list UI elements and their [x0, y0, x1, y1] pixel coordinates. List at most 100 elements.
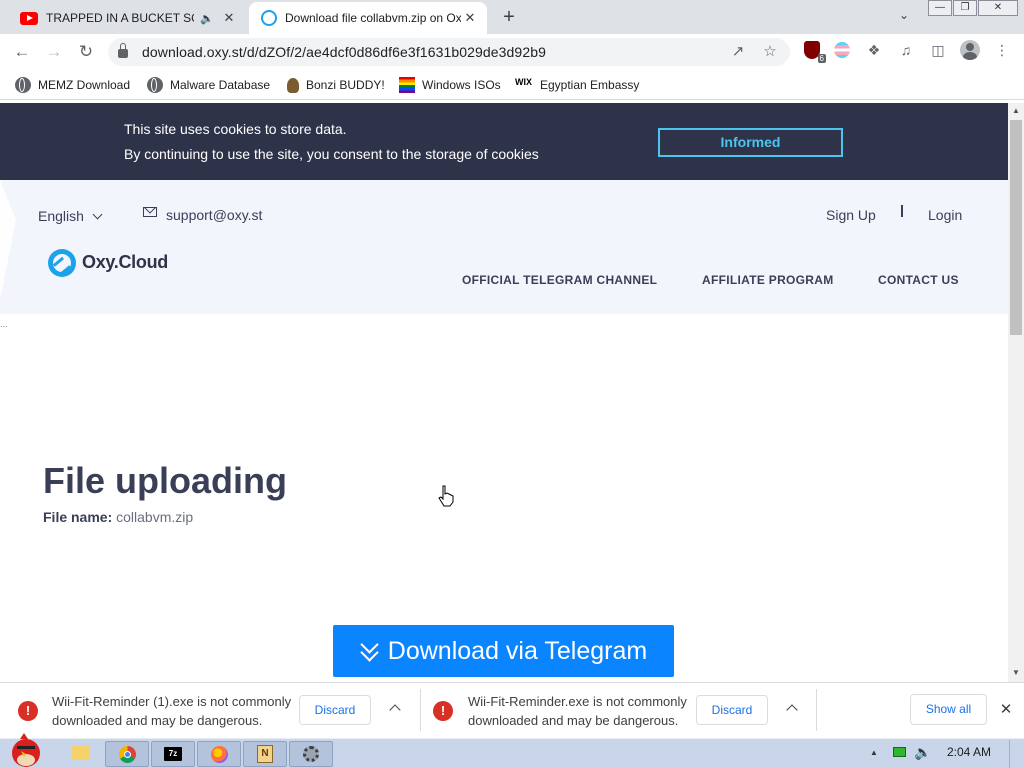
download-telegram-button[interactable]: Download via Telegram [333, 625, 674, 677]
discard-button[interactable]: Discard [696, 695, 768, 725]
profile-avatar[interactable] [960, 40, 980, 60]
show-all-downloads-button[interactable]: Show all [910, 694, 987, 725]
taskbar-settings-button[interactable] [289, 741, 333, 767]
tray-expand-icon[interactable]: ▲ [870, 748, 878, 757]
bookmark-label: Egyptian Embassy [540, 78, 640, 92]
discard-button[interactable]: Discard [299, 695, 371, 725]
support-email-link[interactable]: support@oxy.st [166, 207, 262, 223]
tab-oxy-cloud[interactable]: Download file collabvm.zip on Oxy.Cloud … [249, 2, 487, 34]
loading-dots: ... [0, 319, 8, 329]
globe-icon [147, 77, 163, 93]
language-label: English [38, 208, 84, 224]
bookmark-star-icon[interactable]: ☆ [760, 42, 780, 62]
tab-youtube[interactable]: TRAPPED IN A BUCKET SOCIAL 🔈 ✕ [8, 2, 246, 34]
notepad-icon: N [257, 745, 273, 763]
oxy-cloud-favicon [261, 10, 277, 26]
chevron-down-icon [92, 209, 103, 220]
close-window-button[interactable]: ✕ [978, 0, 1018, 16]
close-tab-icon[interactable]: ✕ [461, 9, 479, 27]
download-warning-line1: Wii-Fit-Reminder.exe is not commonly [468, 694, 687, 709]
file-name-row: File name: collabvm.zip [43, 509, 193, 525]
forward-arrow-icon[interactable]: → [42, 40, 66, 64]
nav-telegram-channel[interactable]: OFFICIAL TELEGRAM CHANNEL [462, 273, 657, 287]
speaker-icon[interactable]: 🔈 [200, 12, 214, 25]
mail-icon [143, 207, 157, 217]
download-warning-line2: downloaded and may be dangerous. [52, 713, 263, 728]
sign-up-link[interactable]: Sign Up [826, 207, 876, 223]
minimize-window-button[interactable]: — [928, 0, 952, 16]
bookmark-windows-isos[interactable]: Windows ISOs [399, 76, 501, 94]
system-clock[interactable]: 2:04 AM [947, 745, 991, 759]
7zip-icon: 7z [164, 747, 182, 761]
bookmark-label: MEMZ Download [38, 78, 131, 92]
bookmark-label: Windows ISOs [422, 78, 501, 92]
double-chevron-down-icon [360, 635, 380, 662]
side-panel-icon[interactable]: ◫ [928, 40, 948, 60]
media-control-icon[interactable]: ♫ [896, 40, 916, 60]
tab-strip: TRAPPED IN A BUCKET SOCIAL 🔈 ✕ Download … [0, 0, 1024, 34]
reload-icon[interactable]: ↻ [74, 40, 98, 64]
nav-affiliate-program[interactable]: AFFILIATE PROGRAM [702, 273, 834, 287]
site-header: English support@oxy.st Sign Up Login Oxy… [0, 180, 1008, 314]
bookmark-bonzi-buddy[interactable]: Bonzi BUDDY! [285, 76, 385, 94]
windows-taskbar: 7z N ▲ 🔈 2:04 AM [0, 733, 1024, 768]
hand-cursor-icon [438, 485, 454, 507]
scrollbar-thumb[interactable] [1010, 120, 1022, 335]
back-arrow-icon[interactable]: ← [10, 40, 34, 64]
oxy-cloud-logo-icon[interactable] [48, 249, 76, 277]
bonzi-icon [287, 77, 299, 93]
restore-window-button[interactable]: ❐ [953, 0, 977, 16]
taskbar-chrome-button[interactable] [105, 741, 149, 767]
bookmark-label: Bonzi BUDDY! [306, 78, 385, 92]
start-button-angry-bird-icon[interactable] [2, 731, 50, 768]
menu-kebab-icon[interactable]: ⋮ [992, 40, 1012, 60]
address-bar[interactable]: download.oxy.st/d/dZOf/2/ae4dcf0d86df6e3… [108, 38, 790, 66]
warning-icon: ! [433, 701, 453, 721]
close-download-bar-icon[interactable]: ✕ [998, 700, 1014, 720]
download-divider [420, 689, 421, 731]
bookmark-label: Malware Database [170, 78, 271, 92]
show-desktop-button[interactable] [1009, 740, 1023, 768]
bookmark-memz[interactable]: MEMZ Download [15, 76, 130, 94]
tab-title: Download file collabvm.zip on Oxy.Cloud [285, 11, 461, 25]
close-tab-icon[interactable]: ✕ [220, 9, 238, 27]
warning-icon: ! [18, 701, 38, 721]
taskbar-firefox-button[interactable] [197, 741, 241, 767]
download-warning-line1: Wii-Fit-Reminder (1).exe is not commonly [52, 694, 292, 709]
settings-gear-icon [303, 746, 319, 762]
site-logo-text[interactable]: Oxy.Cloud [82, 252, 168, 273]
chevron-up-icon[interactable] [389, 704, 401, 716]
cookie-banner: This site uses cookies to store data. By… [0, 103, 1008, 180]
taskbar-7zip-button[interactable]: 7z [151, 741, 195, 767]
network-icon[interactable] [893, 747, 906, 757]
flag-extension-icon[interactable] [832, 40, 852, 60]
bookmark-egyptian-embassy[interactable]: WIX Egyptian Embassy [515, 76, 639, 94]
share-icon[interactable]: ↗ [728, 42, 748, 62]
lock-icon[interactable] [118, 43, 128, 58]
extensions-puzzle-icon[interactable]: ❖ [864, 40, 884, 60]
folder-icon[interactable] [72, 745, 90, 760]
language-selector[interactable]: English [38, 208, 103, 224]
scroll-down-arrow-icon[interactable]: ▼ [1008, 666, 1024, 680]
new-tab-button[interactable]: + [497, 6, 521, 30]
bookmark-malware-database[interactable]: Malware Database [147, 76, 270, 94]
login-link[interactable]: Login [928, 207, 962, 223]
page-viewport: This site uses cookies to store data. By… [0, 103, 1008, 682]
cookie-informed-button[interactable]: Informed [658, 128, 843, 157]
header-separator [901, 205, 903, 217]
nav-contact-us[interactable]: CONTACT US [878, 273, 959, 287]
tab-title: TRAPPED IN A BUCKET SOCIAL [46, 11, 194, 25]
youtube-icon [20, 11, 38, 25]
taskbar-notepad-button[interactable]: N [243, 741, 287, 767]
scroll-up-arrow-icon[interactable]: ▲ [1008, 104, 1024, 118]
download-bar: ! Wii-Fit-Reminder (1).exe is not common… [0, 682, 1024, 738]
volume-icon[interactable]: 🔈 [914, 744, 931, 761]
url-text: download.oxy.st/d/dZOf/2/ae4dcf0d86df6e3… [142, 44, 546, 60]
tab-search-chevron-icon[interactable]: ⌄ [894, 8, 914, 28]
ublock-origin-icon[interactable]: 6 [802, 40, 826, 63]
download-item-2[interactable]: Wii-Fit-Reminder.exe is not commonly dow… [468, 692, 687, 730]
download-item-1[interactable]: Wii-Fit-Reminder (1).exe is not commonly… [52, 692, 291, 730]
chevron-up-icon[interactable] [786, 704, 798, 716]
firefox-icon [210, 745, 228, 763]
download-button-label: Download via Telegram [387, 636, 648, 665]
